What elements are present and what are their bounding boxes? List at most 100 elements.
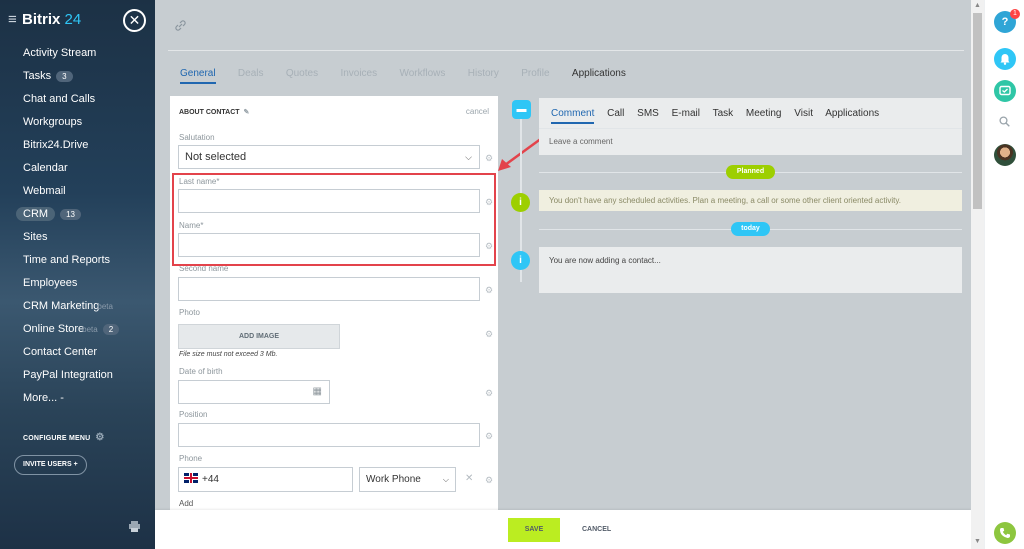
brand-accent: 24 bbox=[64, 11, 82, 28]
position-field[interactable] bbox=[178, 423, 480, 447]
hamburger-icon[interactable]: ≡ bbox=[8, 11, 18, 28]
tab-workflows[interactable]: Workflows bbox=[399, 68, 445, 79]
sidebar-item-label: CRM Marketing bbox=[23, 300, 100, 312]
tab-profile[interactable]: Profile bbox=[521, 68, 549, 79]
sidebar-item-label: Online Store bbox=[23, 323, 85, 335]
gear-icon[interactable]: ⚙ bbox=[485, 431, 493, 442]
sidebar-item-online-store[interactable]: Online Storebeta 2 bbox=[0, 319, 155, 342]
tab-meeting[interactable]: Meeting bbox=[746, 108, 782, 119]
save-button[interactable]: SAVE bbox=[508, 518, 560, 542]
sidebar-item-label: Bitrix24.Drive bbox=[23, 139, 89, 151]
second-name-field[interactable] bbox=[178, 277, 480, 301]
sidebar-item-webmail[interactable]: Webmail bbox=[0, 181, 155, 204]
planned-card: You don't have any scheduled activities.… bbox=[539, 190, 962, 211]
gear-icon: ⚙ bbox=[95, 432, 105, 443]
sidebar-item-more[interactable]: More... - bbox=[0, 388, 155, 411]
sidebar-item-crm-marketing[interactable]: CRM Marketingbeta bbox=[0, 296, 155, 319]
planned-badge: Planned bbox=[726, 165, 775, 179]
link-icon[interactable] bbox=[175, 20, 186, 34]
chevron-down-icon: ⌵ bbox=[442, 475, 449, 484]
invite-users-button[interactable]: INVITE USERS + bbox=[14, 455, 87, 475]
avatar[interactable] bbox=[994, 144, 1016, 166]
add-phone-link[interactable]: Add bbox=[179, 499, 193, 508]
salutation-label: Salutation bbox=[179, 133, 215, 142]
activity-tabs: Comment Call SMS E-mail Task Meeting Vis… bbox=[551, 108, 889, 124]
gear-icon[interactable]: ⚙ bbox=[485, 153, 493, 164]
tab-applications[interactable]: Applications bbox=[572, 68, 626, 79]
calendar-icon[interactable]: ▦ bbox=[313, 386, 322, 397]
cancel-button[interactable]: CANCEL bbox=[577, 518, 616, 542]
sidebar-item-contact-center[interactable]: Contact Center bbox=[0, 342, 155, 365]
tab-invoices[interactable]: Invoices bbox=[340, 68, 377, 79]
comment-icon: ▬ bbox=[512, 100, 531, 119]
add-image-button[interactable]: ADD IMAGE bbox=[178, 324, 340, 349]
sidebar-item-chat-and-calls[interactable]: Chat and Calls bbox=[0, 89, 155, 112]
sidebar-item-activity-stream[interactable]: Activity Stream bbox=[0, 43, 155, 66]
scroll-up-icon[interactable]: ▲ bbox=[974, 2, 981, 9]
tab-general[interactable]: General bbox=[180, 68, 216, 84]
today-card: You are now adding a contact... bbox=[539, 247, 962, 293]
tab-deals[interactable]: Deals bbox=[238, 68, 264, 79]
divider bbox=[539, 128, 962, 129]
tab-sms[interactable]: SMS bbox=[637, 108, 659, 119]
info-icon: i bbox=[511, 193, 530, 212]
pencil-icon[interactable]: ✎ bbox=[244, 109, 250, 116]
photo-label: Photo bbox=[179, 308, 200, 317]
printer-icon[interactable] bbox=[129, 521, 140, 532]
tab-comment[interactable]: Comment bbox=[551, 108, 595, 124]
gear-icon[interactable]: ⚙ bbox=[485, 329, 493, 340]
sidebar-item-crm[interactable]: CRM 13 bbox=[0, 204, 155, 227]
tab-quotes[interactable]: Quotes bbox=[286, 68, 318, 79]
tab-task[interactable]: Task bbox=[713, 108, 734, 119]
close-icon[interactable]: ✕ bbox=[123, 9, 146, 32]
sidebar-item-tasks[interactable]: Tasks 3 bbox=[0, 66, 155, 89]
tab-email[interactable]: E-mail bbox=[672, 108, 700, 119]
dob-label: Date of birth bbox=[179, 367, 223, 376]
phone-icon[interactable] bbox=[994, 522, 1016, 544]
beta-label: beta bbox=[97, 302, 113, 311]
sidebar-item-time-and-reports[interactable]: Time and Reports bbox=[0, 250, 155, 273]
comment-input[interactable]: Leave a comment bbox=[549, 137, 613, 146]
scrollbar-thumb[interactable] bbox=[973, 13, 982, 209]
uk-flag-icon[interactable] bbox=[184, 473, 198, 483]
gear-icon[interactable]: ⚙ bbox=[485, 475, 493, 486]
beta-label: beta bbox=[82, 325, 98, 334]
sidebar-item-calendar[interactable]: Calendar bbox=[0, 158, 155, 181]
tab-history[interactable]: History bbox=[468, 68, 499, 79]
sidebar-item-workgroups[interactable]: Workgroups bbox=[0, 112, 155, 135]
counter-badge: 3 bbox=[56, 70, 73, 82]
bell-icon[interactable] bbox=[994, 48, 1016, 70]
today-badge: today bbox=[731, 222, 770, 236]
tab-applications[interactable]: Applications bbox=[825, 108, 879, 119]
scrollbar[interactable]: ▲ ▼ bbox=[971, 0, 984, 549]
chat-icon[interactable] bbox=[994, 80, 1016, 102]
gear-icon[interactable]: ⚙ bbox=[485, 388, 493, 399]
form-title-text: ABOUT CONTACT bbox=[179, 109, 240, 116]
counter-badge: 2 bbox=[102, 323, 120, 335]
phone-type-value: Work Phone bbox=[366, 474, 421, 485]
sidebar-item-drive[interactable]: Bitrix24.Drive bbox=[0, 135, 155, 158]
form-cancel-link[interactable]: cancel bbox=[466, 107, 489, 116]
invite-users-label: INVITE USERS bbox=[23, 461, 72, 468]
remove-phone-icon[interactable]: ✕ bbox=[465, 473, 473, 484]
salutation-select[interactable]: Not selected ⌵ bbox=[178, 145, 480, 169]
planned-text: You don't have any scheduled activities.… bbox=[549, 196, 901, 205]
sidebar-item-sites[interactable]: Sites bbox=[0, 227, 155, 250]
tab-visit[interactable]: Visit bbox=[794, 108, 813, 119]
about-contact-form: ABOUT CONTACT ✎ cancel Salutation Not sel… bbox=[170, 96, 498, 510]
divider bbox=[168, 50, 964, 51]
scroll-down-icon[interactable]: ▼ bbox=[974, 538, 981, 545]
sidebar-item-label: More... - bbox=[23, 392, 64, 404]
date-of-birth-field[interactable]: ▦ bbox=[178, 380, 330, 404]
search-icon[interactable] bbox=[999, 116, 1010, 130]
sidebar-item-employees[interactable]: Employees bbox=[0, 273, 155, 296]
sidebar-item-label: CRM bbox=[16, 207, 56, 221]
counter-badge: 13 bbox=[60, 208, 81, 220]
configure-menu-button[interactable]: CONFIGURE MENU ⚙ bbox=[23, 432, 105, 443]
gear-icon[interactable]: ⚙ bbox=[485, 285, 493, 296]
phone-field[interactable]: +44 bbox=[178, 467, 353, 492]
tab-call[interactable]: Call bbox=[607, 108, 624, 119]
brand-logo[interactable]: ≡ Bitrix 24 bbox=[8, 11, 81, 28]
sidebar-item-paypal-integration[interactable]: PayPal Integration bbox=[0, 365, 155, 388]
phone-type-select[interactable]: Work Phone ⌵ bbox=[359, 467, 456, 492]
